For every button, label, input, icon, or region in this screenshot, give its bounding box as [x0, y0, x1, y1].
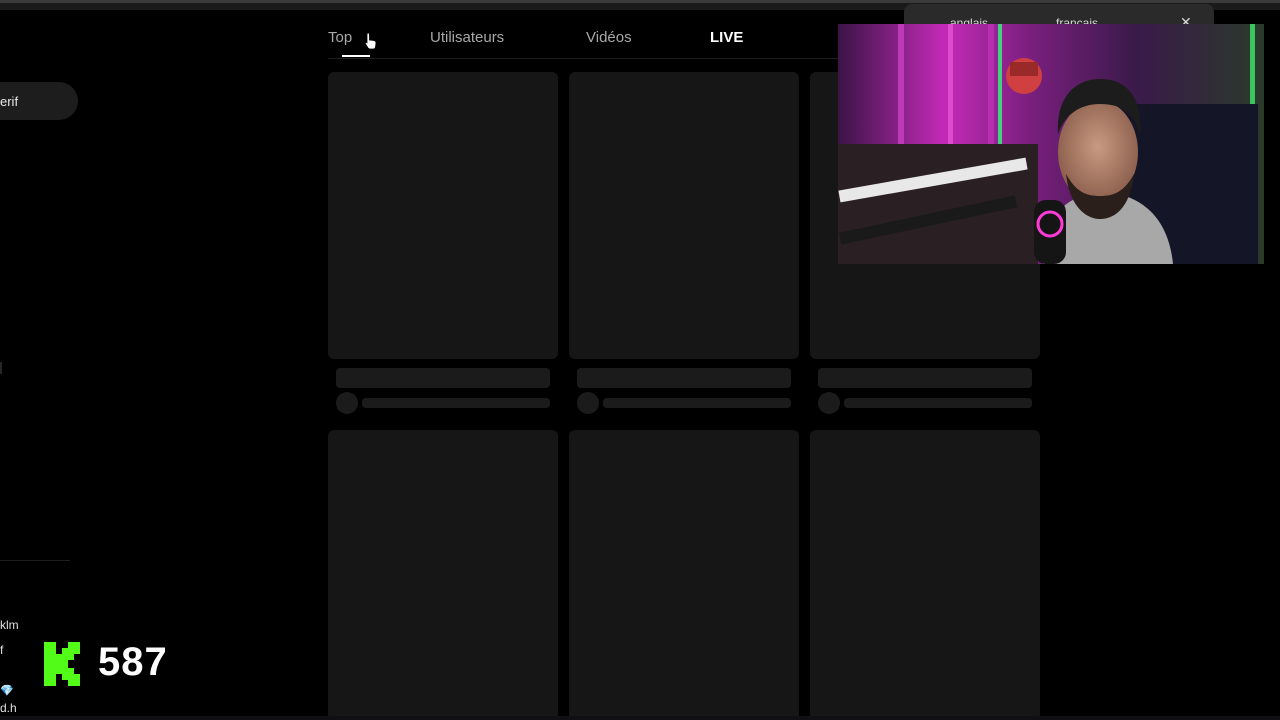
avatar-skeleton: [336, 392, 358, 414]
webcam-overlay: [838, 24, 1264, 264]
browser-tab-strip: [0, 0, 1280, 3]
sidebar: ‹ erif: [0, 10, 80, 720]
streamer-webcam-image: [838, 24, 1264, 264]
title-skeleton: [577, 368, 791, 388]
chat-line: klm: [0, 618, 19, 632]
sidebar-search-pill[interactable]: erif: [0, 82, 78, 120]
avatar-skeleton: [818, 392, 840, 414]
video-card-skeleton[interactable]: [328, 430, 558, 720]
author-skeleton: [362, 398, 550, 408]
author-skeleton: [603, 398, 791, 408]
taskbar-strip: [0, 716, 1280, 720]
kick-logo-icon: [42, 642, 82, 686]
video-card-skeleton[interactable]: [569, 430, 799, 720]
title-skeleton: [336, 368, 550, 388]
search-tabs: Top Utilisateurs Vidéos LIVE: [328, 20, 848, 60]
gem-icon: 💎: [0, 685, 14, 697]
sidebar-pill-label: erif: [0, 94, 19, 109]
author-skeleton: [844, 398, 1032, 408]
mouse-cursor-icon: [364, 32, 378, 50]
tabs-divider: [328, 58, 848, 59]
sidebar-marker: [0, 362, 2, 374]
chat-line: f: [0, 643, 4, 657]
back-icon[interactable]: ‹: [0, 46, 8, 70]
tab-top[interactable]: Top: [328, 29, 352, 46]
title-skeleton: [818, 368, 1032, 388]
avatar-skeleton: [577, 392, 599, 414]
video-card-skeleton[interactable]: [328, 72, 558, 359]
video-card-skeleton[interactable]: [810, 430, 1040, 720]
tab-live[interactable]: LIVE: [710, 29, 743, 46]
tab-users[interactable]: Utilisateurs: [430, 29, 504, 46]
follower-count: 587: [98, 640, 168, 684]
sidebar-divider: [0, 560, 70, 561]
video-card-skeleton[interactable]: [569, 72, 799, 359]
chat-line: d.h: [0, 701, 17, 715]
active-tab-indicator: [342, 55, 370, 57]
tab-videos[interactable]: Vidéos: [586, 29, 632, 46]
